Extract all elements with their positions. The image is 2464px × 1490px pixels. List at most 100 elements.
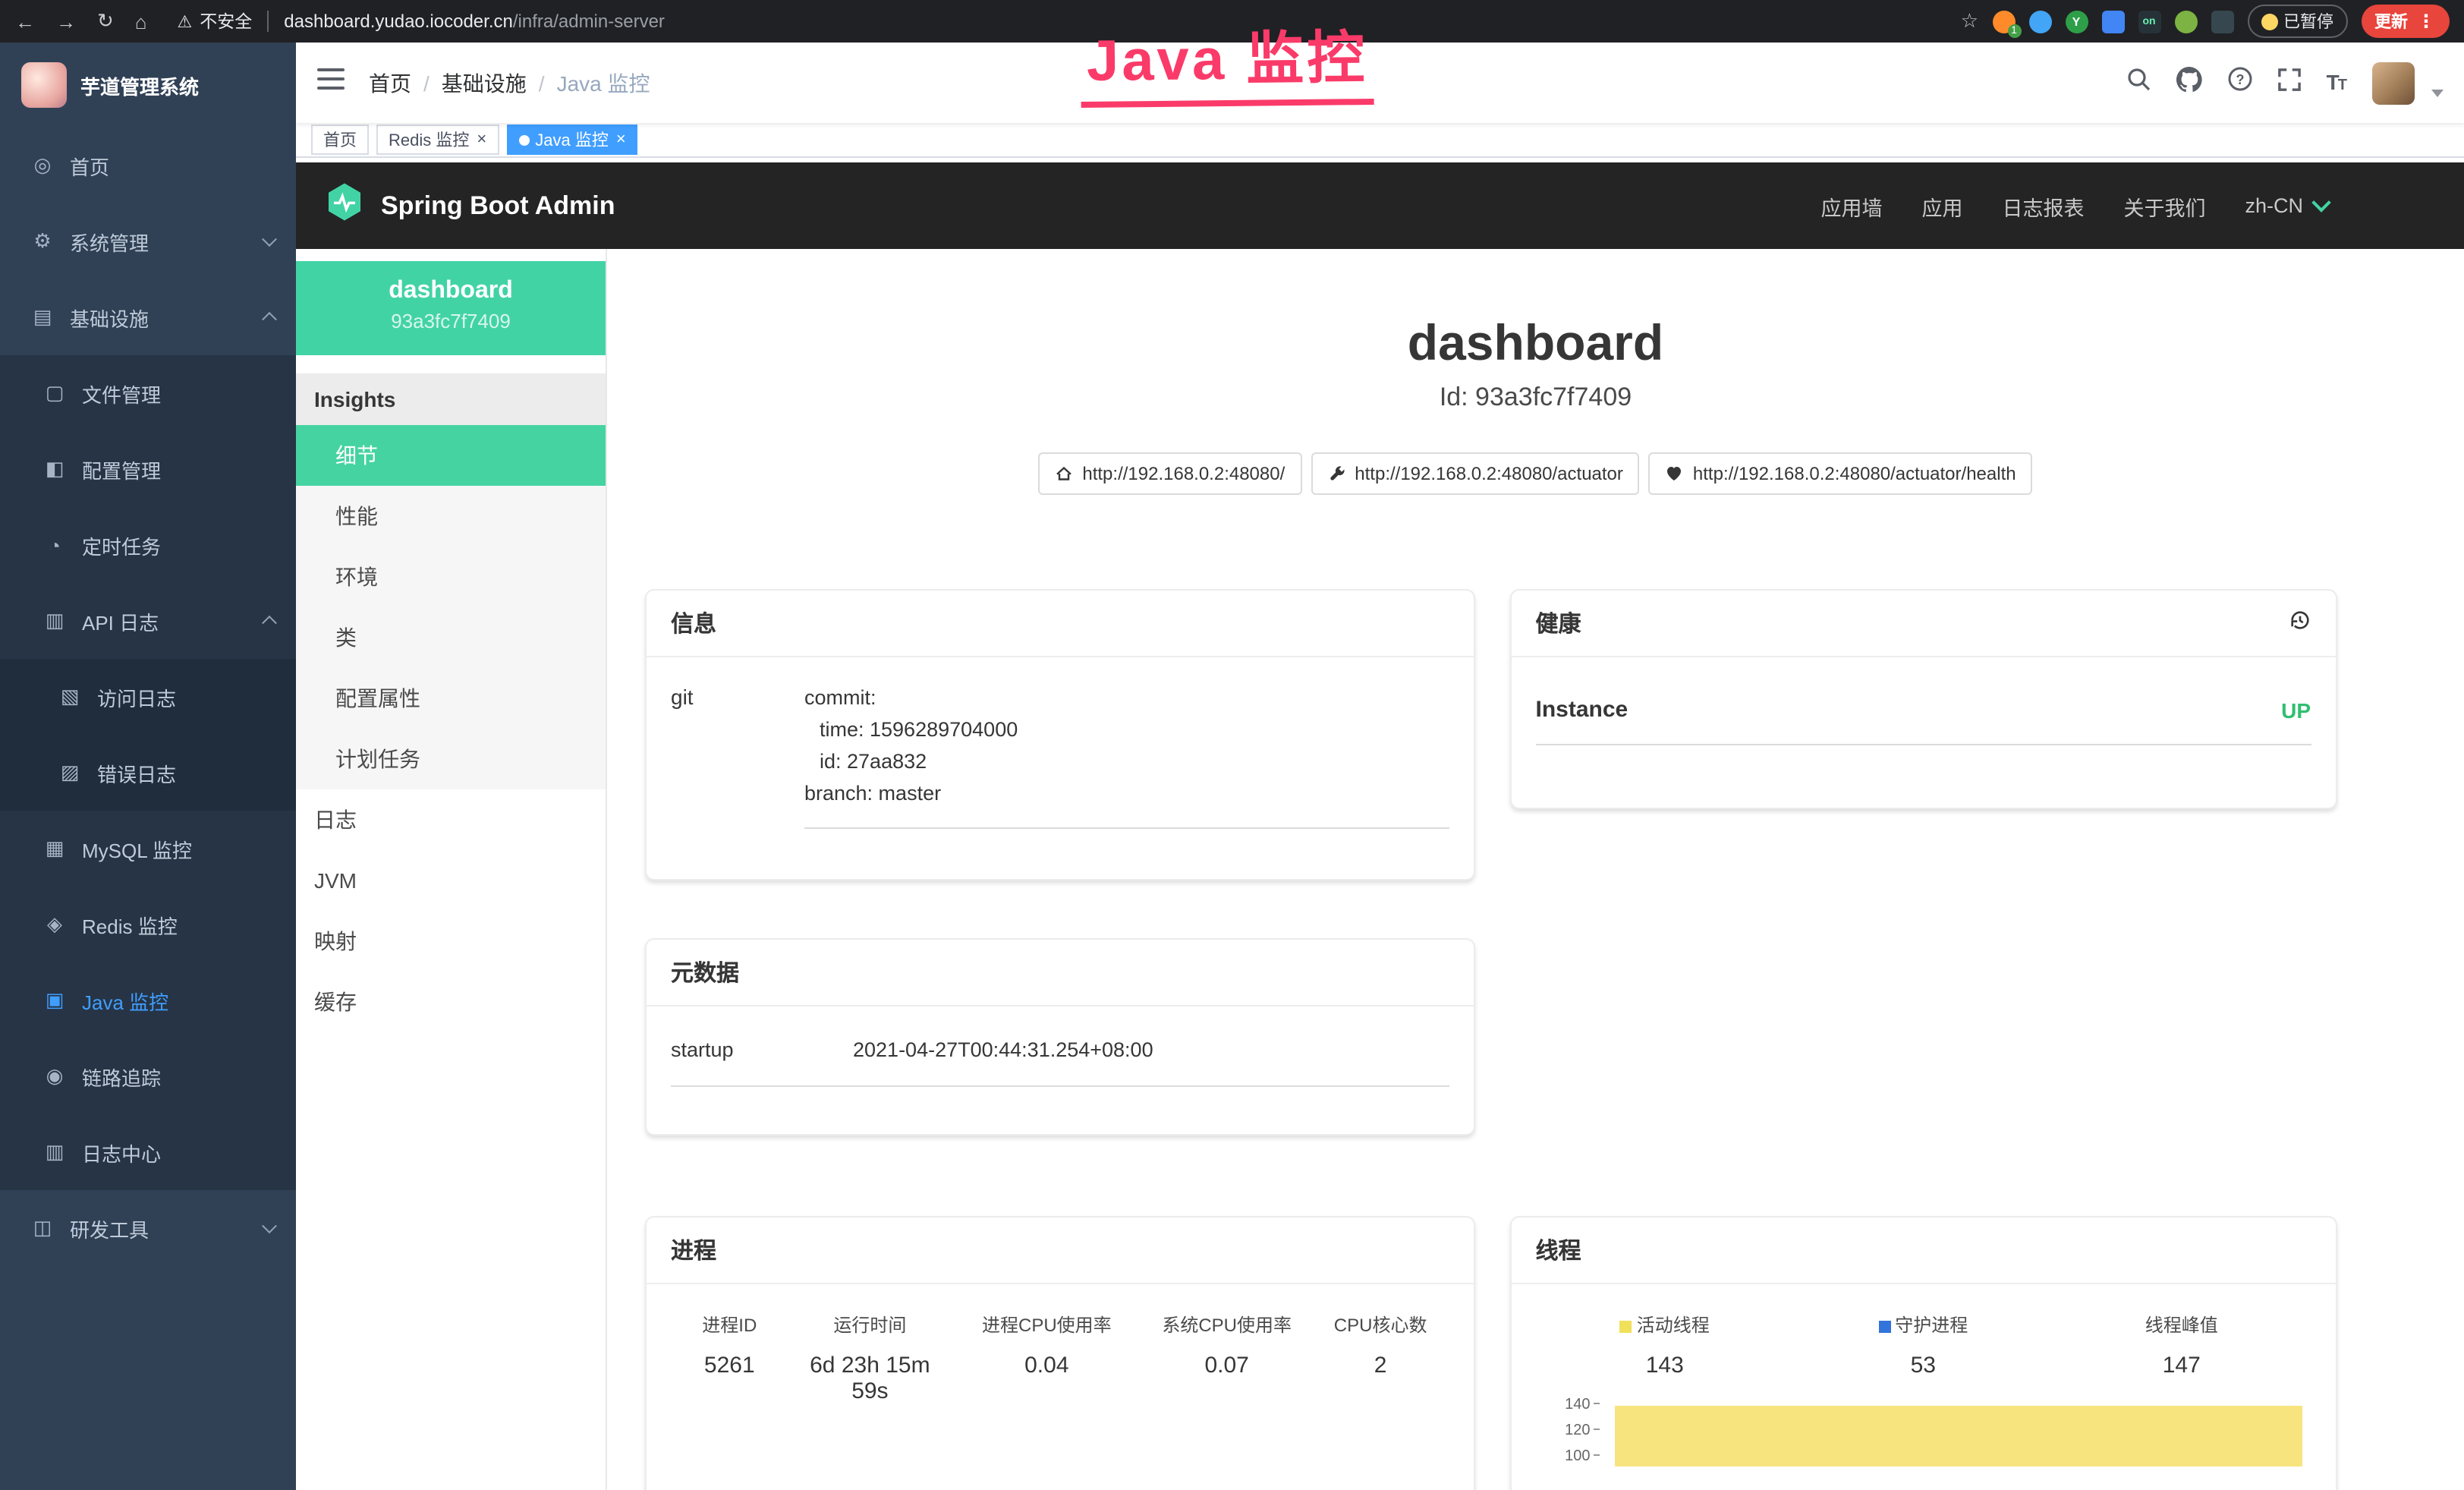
sba-item-classes[interactable]: 类 (296, 607, 606, 668)
github-icon[interactable] (2176, 66, 2202, 99)
stat-uptime: 运行时间 6d 23h 15m 59s (788, 1312, 952, 1404)
sba-item-logs[interactable]: 日志 (296, 789, 606, 850)
extension-icon-6[interactable] (2174, 10, 2197, 33)
sba-item-jvm[interactable]: JVM (296, 850, 606, 911)
sba-nav-applications[interactable]: 应用 (1921, 191, 1962, 221)
address-bar[interactable]: dashboard.yudao.iocoder.cn/infra/admin-s… (284, 11, 665, 32)
tab-home[interactable]: 首页 (311, 124, 369, 155)
admin-sidebar: 芋道管理系统 ◎ 首页 ⚙ 系统管理 ▤ 基础设施 ▢ 文件管理 ◧ 配置管理 … (0, 43, 296, 1490)
sba-item-environment[interactable]: 环境 (296, 547, 606, 607)
sba-nav-about[interactable]: 关于我们 (2123, 191, 2205, 221)
font-size-icon[interactable]: TT (2327, 69, 2346, 96)
sidebar-item-java-monitor[interactable]: ▣ Java 监控 (0, 962, 296, 1038)
instance-id: 93a3fc7f7409 (296, 310, 606, 332)
paused-badge[interactable]: 已暂停 (2247, 5, 2347, 38)
sidebar-item-scheduled-tasks[interactable]: ◔ 定时任务 (0, 507, 296, 583)
tab-redis-monitor[interactable]: Redis 监控 × (376, 124, 499, 155)
sba-item-scheduled-tasks[interactable]: 计划任务 (296, 729, 606, 789)
sidebar-item-log-center[interactable]: ▥ 日志中心 (0, 1114, 296, 1190)
detail-cards: 信息 git commit: time: 1596289704000 id: 2… (645, 589, 2337, 1490)
threads-card: 线程 活动线程 143 守护进程 53 (1510, 1216, 2337, 1490)
sba-item-metrics[interactable]: 性能 (296, 486, 606, 547)
instance-selector[interactable]: dashboard 93a3fc7f7409 (296, 261, 606, 355)
browser-nav-buttons: ← → ↻ ⌂ (15, 9, 147, 33)
metadata-startup-row: startup 2021-04-27T00:44:31.254+08:00 (671, 1016, 1449, 1087)
sidebar-item-redis-monitor[interactable]: ◈ Redis 监控 (0, 887, 296, 962)
sidebar-item-trace[interactable]: ◉ 链路追踪 (0, 1038, 296, 1114)
history-icon[interactable] (2288, 609, 2311, 638)
service-url-link[interactable]: http://192.168.0.2:48080/ (1038, 452, 1301, 495)
sba-logo-icon[interactable] (323, 181, 366, 231)
sidebar-item-config-mgmt[interactable]: ◧ 配置管理 (0, 431, 296, 507)
sba-item-caches[interactable]: 缓存 (296, 972, 606, 1032)
process-card: 进程 进程ID 5261 运行时间 6d 23h 15m 59s (645, 1216, 1475, 1490)
fullscreen-icon[interactable] (2278, 68, 2301, 98)
sidebar-item-file-mgmt[interactable]: ▢ 文件管理 (0, 355, 296, 431)
instance-links: http://192.168.0.2:48080/ http://192.168… (607, 452, 2464, 495)
sba-nav-journal[interactable]: 日志报表 (2002, 191, 2084, 221)
extension-icon-4[interactable] (2101, 10, 2124, 33)
reload-icon[interactable]: ↻ (97, 9, 114, 33)
breadcrumb-home[interactable]: 首页 (369, 68, 411, 98)
actuator-url-link[interactable]: http://192.168.0.2:48080/actuator (1311, 452, 1640, 495)
sidebar-item-mysql-monitor[interactable]: ▦ MySQL 监控 (0, 811, 296, 887)
live-threads-area (1615, 1406, 2302, 1466)
info-card-title: 信息 (671, 607, 716, 639)
sidebar-item-api-logs[interactable]: ▥ API 日志 (0, 583, 296, 659)
breadcrumb-infrastructure[interactable]: 基础设施 (442, 68, 527, 98)
top-navbar: 首页 / 基础设施 / Java 监控 ? TT (296, 43, 2464, 123)
sba-brand[interactable]: Spring Boot Admin (381, 191, 615, 221)
health-row-label: Instance (1536, 697, 1629, 723)
avatar-caret-icon[interactable] (2431, 90, 2443, 97)
page-title: dashboard (607, 313, 2464, 373)
close-tab-icon[interactable]: × (477, 131, 486, 149)
sba-item-config-props[interactable]: 配置属性 (296, 668, 606, 729)
extension-badge: 1 (2007, 24, 2021, 37)
sba-nav-wallboard[interactable]: 应用墙 (1820, 191, 1882, 221)
sba-item-mappings[interactable]: 映射 (296, 911, 606, 972)
back-icon[interactable]: ← (15, 10, 35, 33)
locale-selector[interactable]: zh-CN (2245, 194, 2327, 217)
bookmark-star-icon[interactable]: ☆ (1961, 9, 1978, 33)
emoji-face-icon (2261, 13, 2277, 30)
close-tab-icon[interactable]: × (616, 131, 626, 149)
mysql-icon: ▦ (42, 836, 67, 861)
infrastructure-icon: ▤ (30, 305, 55, 329)
sidebar-item-access-logs[interactable]: ▧ 访问日志 (0, 659, 296, 735)
search-icon[interactable] (2126, 67, 2151, 99)
live-threads-swatch-icon (1620, 1321, 1632, 1333)
divider (267, 11, 269, 32)
tab-java-monitor[interactable]: Java 监控 × (506, 124, 637, 155)
instance-id-line: Id: 93a3fc7f7409 (607, 383, 2464, 413)
extension-icon-5[interactable]: on (2138, 10, 2160, 33)
forward-icon[interactable]: → (56, 10, 76, 33)
user-avatar[interactable] (2371, 61, 2414, 104)
browser-update-button[interactable]: 更新 ⋮ (2361, 5, 2449, 38)
health-card: 健康 Instance UP (1510, 589, 2337, 809)
browser-home-icon[interactable]: ⌂ (135, 10, 147, 33)
hamburger-icon[interactable] (317, 67, 345, 99)
timer-icon: ◔ (42, 534, 67, 556)
health-instance-row[interactable]: Instance UP (1536, 673, 2311, 745)
sba-item-details[interactable]: 细节 (296, 425, 606, 486)
sidebar-item-error-logs[interactable]: ▨ 错误日志 (0, 735, 296, 811)
browser-menu-icon[interactable]: ⋮ (2417, 11, 2435, 32)
help-icon[interactable]: ? (2228, 67, 2252, 99)
daemon-threads-swatch-icon (1878, 1321, 1890, 1333)
url-domain: dashboard.yudao.iocoder.cn (284, 11, 513, 32)
sba-header: Spring Boot Admin 应用墙 应用 日志报表 关于我们 zh-CN (296, 162, 2464, 249)
app-logo-row[interactable]: 芋道管理系统 (0, 43, 296, 128)
chevron-down-icon (2311, 193, 2330, 212)
sidebar-item-infrastructure[interactable]: ▤ 基础设施 (0, 279, 296, 355)
extension-icon-3[interactable]: Y (2065, 10, 2088, 33)
info-row-label: git (671, 682, 804, 829)
sidebar-item-system-mgmt[interactable]: ⚙ 系统管理 (0, 203, 296, 279)
site-security-chip[interactable]: ⚠ 不安全 (178, 9, 253, 33)
health-url-link[interactable]: http://192.168.0.2:48080/actuator/health (1649, 452, 2033, 495)
sidebar-item-home[interactable]: ◎ 首页 (0, 128, 296, 203)
extensions-puzzle-icon[interactable] (2211, 10, 2233, 33)
extension-icon-1[interactable]: 1 (1992, 10, 2015, 33)
extension-icon-2[interactable] (2028, 10, 2051, 33)
sidebar-item-dev-tools[interactable]: ◫ 研发工具 (0, 1190, 296, 1266)
stat-pid: 进程ID 5261 (671, 1312, 788, 1404)
